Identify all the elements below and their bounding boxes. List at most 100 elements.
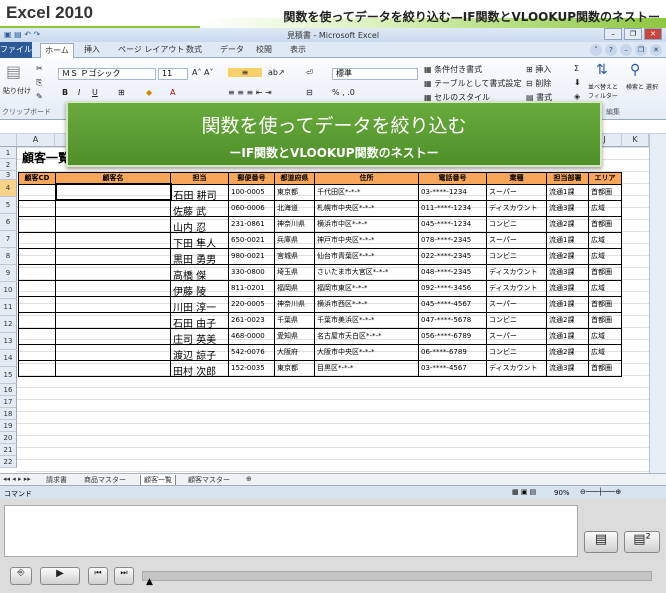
row-header[interactable]: 1: [0, 147, 17, 159]
bold-button[interactable]: B: [62, 88, 68, 97]
cell-ind[interactable]: ディスカウント: [486, 279, 547, 297]
chapter2-button[interactable]: ▤²: [624, 531, 660, 553]
row-header[interactable]: 18: [0, 408, 17, 420]
tab-page-layout[interactable]: ページ レイアウト: [118, 44, 184, 55]
cell-tel[interactable]: 03-****-1234: [418, 183, 487, 201]
row-header[interactable]: 8: [0, 248, 17, 265]
cell-staff[interactable]: ｸﾛﾀﾞ ﾕｳｵ 黒田 勇男: [170, 247, 229, 265]
row-header[interactable]: 7: [0, 231, 17, 248]
cell-ind[interactable]: コンビニ: [486, 311, 547, 329]
select-all-corner[interactable]: [0, 134, 17, 147]
cell-area[interactable]: 首都圏: [588, 183, 622, 201]
row-header[interactable]: 15: [0, 367, 17, 384]
cell-dept[interactable]: 流通3課: [546, 279, 589, 297]
row-header[interactable]: 4: [0, 180, 17, 197]
tab-formulas[interactable]: 数式: [186, 44, 202, 55]
cell-pref[interactable]: 東京都: [274, 183, 315, 201]
font-name-select[interactable]: ＭＳ Ｐゴシック: [58, 68, 156, 80]
cell-addr[interactable]: 目黒区*-*-*: [314, 359, 419, 377]
vertical-scrollbar[interactable]: [649, 134, 666, 473]
cell-customer-name[interactable]: [55, 231, 171, 249]
fill-icon[interactable]: ⬇: [574, 78, 581, 87]
cell-customer-name[interactable]: [55, 279, 171, 297]
border-icon[interactable]: ⊞: [118, 88, 125, 97]
row-header[interactable]: 11: [0, 299, 17, 316]
format-painter-icon[interactable]: ✎: [36, 92, 43, 101]
play-button[interactable]: ▶: [40, 567, 80, 585]
row-header[interactable]: 12: [0, 316, 17, 333]
tab-home[interactable]: ホーム: [40, 43, 74, 59]
cell-ind[interactable]: スーパー: [486, 183, 547, 201]
cell-addr[interactable]: 横浜市西区*-*-*: [314, 295, 419, 313]
exit-button[interactable]: ⎆: [10, 567, 32, 585]
cell-customer-cd[interactable]: [18, 199, 56, 217]
cell-tel[interactable]: 03-****-4567: [418, 359, 487, 377]
cell-addr[interactable]: 名古屋市天白区*-*-*: [314, 327, 419, 345]
cell-customer-name[interactable]: [55, 263, 171, 281]
row-header[interactable]: 3: [0, 171, 17, 180]
cell-zip[interactable]: 231-0861: [228, 215, 275, 233]
cell-tel[interactable]: 011-****-1234: [418, 199, 487, 217]
cell-staff[interactable]: ｻﾄｳ ﾀｹｼ 佐藤 武: [170, 199, 229, 217]
cell-zip[interactable]: 060-0006: [228, 199, 275, 217]
cell-customer-name[interactable]: [55, 215, 171, 233]
cell-pref[interactable]: 千葉県: [274, 311, 315, 329]
cell-addr[interactable]: さいたま市大宮区*-*-*: [314, 263, 419, 281]
font-size-select[interactable]: 11: [158, 68, 188, 80]
cell-addr[interactable]: 大阪市中央区*-*-*: [314, 343, 419, 361]
cell-ind[interactable]: スーパー: [486, 327, 547, 345]
chapter-list-button[interactable]: ▤: [584, 531, 618, 553]
cell-dept[interactable]: 流通1課: [546, 327, 589, 345]
cell-customer-cd[interactable]: [18, 247, 56, 265]
number-buttons-icon[interactable]: % , .0: [332, 88, 355, 97]
cell-area[interactable]: 広域: [588, 327, 622, 345]
number-format-select[interactable]: 標準: [332, 68, 418, 80]
sheet-nav-icon[interactable]: ◂◂ ◂ ▸ ▸▸: [3, 475, 31, 483]
wb-restore-button[interactable]: ❐: [635, 44, 647, 56]
cell-dept[interactable]: 流通1課: [546, 183, 589, 201]
cell-zip[interactable]: 330-0800: [228, 263, 275, 281]
cell-ind[interactable]: ディスカウント: [486, 359, 547, 377]
minimize-button[interactable]: –: [604, 28, 622, 40]
cell-customer-name[interactable]: [54, 183, 172, 201]
find-select-icon[interactable]: ⚲: [630, 62, 640, 78]
sheet-tab-products[interactable]: 商品マスター: [84, 475, 126, 485]
restore-button[interactable]: ❐: [624, 28, 642, 40]
cell-ind[interactable]: スーパー: [486, 295, 547, 313]
cell-addr[interactable]: 神戸市中央区*-*-*: [314, 231, 419, 249]
sort-filter-icon[interactable]: ⇅: [596, 62, 608, 78]
row-header[interactable]: 14: [0, 350, 17, 367]
cell-staff[interactable]: ﾀﾑﾗ ｼﾞﾛｳ 田村 次郎: [170, 359, 229, 377]
cell-tel[interactable]: 047-****-5678: [418, 311, 487, 329]
row-header[interactable]: 22: [0, 456, 17, 468]
cell-tel[interactable]: 048-****-2345: [418, 263, 487, 281]
tab-review[interactable]: 校閲: [256, 44, 272, 55]
grow-font-icon[interactable]: A˄ A˅: [192, 68, 214, 77]
cell-staff[interactable]: ｼｮｳｼﾞ ﾋﾃﾞﾐ 庄司 英美: [170, 327, 229, 345]
tab-file[interactable]: ファイル: [0, 42, 32, 58]
cell-customer-cd[interactable]: [18, 343, 56, 361]
insert-cells-button[interactable]: ⊞ 挿入: [526, 64, 551, 75]
prev-button[interactable]: ⏮: [88, 567, 108, 585]
col-header-a[interactable]: A: [17, 134, 55, 147]
cell-area[interactable]: 広域: [588, 279, 622, 297]
row-header[interactable]: 17: [0, 396, 17, 408]
cell-customer-name[interactable]: [55, 295, 171, 313]
cell-ind[interactable]: ディスカウント: [486, 199, 547, 217]
seek-handle[interactable]: ▲: [146, 577, 153, 587]
wrap-text-icon[interactable]: ⏎: [306, 68, 313, 77]
cell-pref[interactable]: 神奈川県: [274, 295, 315, 313]
cell-customer-cd[interactable]: [18, 327, 56, 345]
tab-view[interactable]: 表示: [290, 44, 306, 55]
autosum-icon[interactable]: Σ: [574, 64, 579, 73]
cell-ind[interactable]: コンビニ: [486, 343, 547, 361]
italic-button[interactable]: I: [78, 88, 80, 97]
fill-color-icon[interactable]: ◆: [146, 88, 152, 97]
wb-close-button[interactable]: ✕: [650, 44, 662, 56]
sheet-tab-invoice[interactable]: 請求書: [46, 475, 67, 485]
row-header[interactable]: 13: [0, 333, 17, 350]
cell-addr[interactable]: 札幌市中央区*-*-*: [314, 199, 419, 217]
close-button[interactable]: ✕: [644, 28, 662, 40]
align-buttons-icon[interactable]: ≡ ≡ ≡ ⇤ ⇥: [228, 88, 272, 97]
cell-zip[interactable]: 811-0201: [228, 279, 275, 297]
